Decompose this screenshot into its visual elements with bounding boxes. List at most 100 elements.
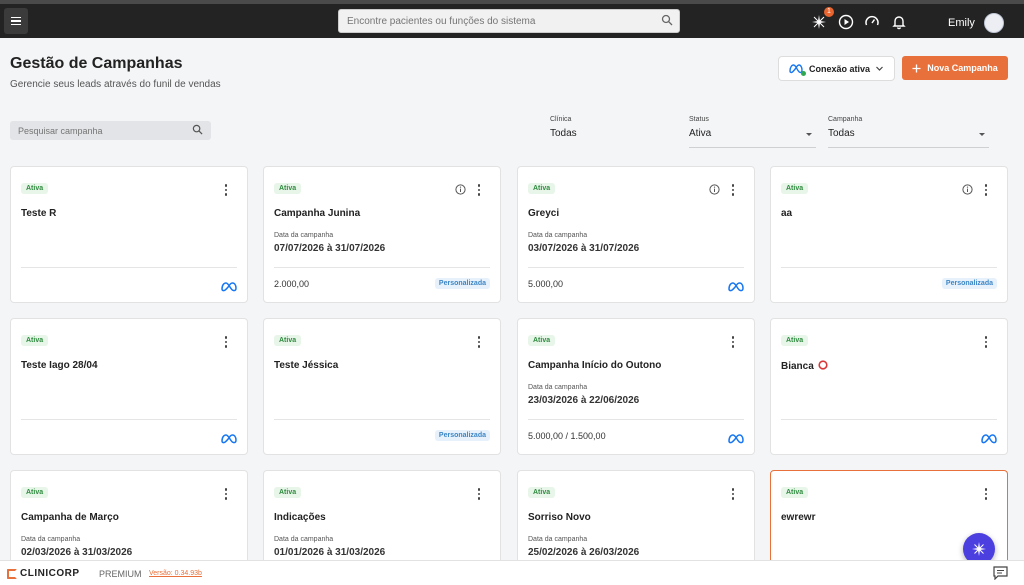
campaign-name: Indicações — [274, 512, 326, 523]
card-divider — [781, 419, 997, 420]
campaign-name-text: Bianca — [781, 361, 814, 372]
campaign-card[interactable]: Ativa Greyci Data da campanha 03/07/2026 à … — [517, 166, 755, 303]
status-badge: Ativa — [274, 183, 302, 194]
clinic-filter[interactable]: Clínica Todas — [550, 116, 674, 148]
campaign-card[interactable]: Ativa Teste R — [10, 166, 248, 303]
more-options-icon[interactable] — [224, 488, 227, 500]
more-options-icon[interactable] — [731, 336, 734, 348]
notifications-button[interactable] — [889, 12, 909, 32]
status-badge: Ativa — [528, 487, 556, 498]
campaign-name: ewrewr — [781, 512, 815, 523]
more-options-icon[interactable] — [984, 184, 987, 196]
connection-dropdown[interactable]: Conexão ativa — [778, 56, 895, 81]
meta-icon — [728, 279, 744, 297]
card-divider — [528, 267, 744, 268]
more-options-icon[interactable] — [477, 184, 480, 196]
top-bar: 1 Emily — [0, 0, 1024, 38]
search-icon[interactable] — [661, 14, 673, 26]
campaign-value: 5.000,00 / 1.500,00 — [528, 431, 606, 441]
campaign-name-text: Indicações — [274, 512, 326, 523]
campaign-name: Teste R — [21, 208, 56, 219]
info-icon[interactable] — [455, 182, 466, 200]
new-campaign-label: Nova Campanha — [927, 63, 998, 73]
campaign-filter-label: Campanha — [828, 116, 863, 123]
meta-icon — [728, 431, 744, 449]
campaign-card[interactable]: Ativa Campanha Início do Outono Data da ca… — [517, 318, 755, 455]
clinic-filter-value: Todas — [550, 128, 577, 139]
campaign-date-label: Data da campanha — [21, 536, 81, 543]
campaign-name-text: Campanha Junina — [274, 208, 361, 219]
play-circle-icon — [838, 14, 854, 30]
campaign-card[interactable]: Ativa Bianca — [770, 318, 1008, 455]
campaign-search[interactable] — [10, 121, 211, 141]
campaign-date-label: Data da campanha — [274, 536, 334, 543]
campaign-date: 23/03/2026 à 22/06/2026 — [528, 395, 640, 406]
dropdown-arrow-icon — [806, 133, 812, 136]
more-options-icon[interactable] — [477, 488, 480, 500]
more-options-icon[interactable] — [477, 336, 480, 348]
chat-icon[interactable] — [993, 566, 1008, 580]
campaign-card[interactable]: Ativa aa Personalizada — [770, 166, 1008, 303]
campaign-name-text: ewrewr — [781, 512, 816, 523]
status-badge: Ativa — [21, 335, 49, 346]
campaign-card[interactable]: Ativa Teste Jéssica Personalizada — [263, 318, 501, 455]
status-badge: Ativa — [528, 183, 556, 194]
campaign-card[interactable]: Ativa Campanha Junina Data da campanha 07/0… — [263, 166, 501, 303]
more-options-icon[interactable] — [984, 488, 987, 500]
hamburger-icon — [11, 16, 21, 19]
status-badge: Ativa — [781, 183, 809, 194]
info-icon[interactable] — [962, 182, 973, 200]
avatar[interactable] — [984, 13, 1004, 33]
campaign-name-text: aa — [781, 208, 793, 219]
global-search-input[interactable] — [339, 10, 639, 32]
campaign-name: Campanha de Março — [21, 512, 119, 523]
sparkle-button[interactable]: 1 — [809, 7, 834, 32]
status-filter[interactable]: Status Ativa — [689, 116, 816, 148]
new-campaign-button[interactable]: Nova Campanha — [902, 56, 1008, 80]
alert-ring-icon — [818, 360, 828, 373]
more-options-icon[interactable] — [224, 336, 227, 348]
campaign-date-label: Data da campanha — [528, 536, 588, 543]
menu-button[interactable] — [4, 8, 28, 34]
campaign-name: Sorriso Novo — [528, 512, 591, 523]
more-options-icon[interactable] — [984, 336, 987, 348]
info-icon[interactable] — [709, 182, 720, 200]
dashboard-button[interactable] — [862, 12, 882, 32]
status-badge: Ativa — [274, 487, 302, 498]
more-options-icon[interactable] — [731, 488, 734, 500]
card-divider — [21, 267, 237, 268]
status-badge: Ativa — [274, 335, 302, 346]
campaign-name-text: Campanha Início do Outono — [528, 360, 662, 371]
dropdown-arrow-icon — [979, 133, 985, 136]
card-divider — [21, 419, 237, 420]
campaign-date: 03/07/2026 à 31/07/2026 — [528, 243, 640, 254]
campaign-name-text: Campanha de Março — [21, 512, 119, 523]
campaign-date-label: Data da campanha — [528, 384, 588, 391]
more-options-icon[interactable] — [224, 184, 227, 196]
meta-icon — [221, 431, 237, 449]
campaign-name: Campanha Início do Outono — [528, 360, 661, 371]
bell-icon — [892, 16, 906, 30]
campaign-name: Teste Iago 28/04 — [21, 360, 98, 371]
notification-badge: 1 — [824, 7, 834, 17]
footer: CLINICORP PREMIUM Versão: 0.34.93b — [0, 560, 1024, 585]
more-options-icon[interactable] — [731, 184, 734, 196]
page-subtitle: Gerencie seus leads através do funil de … — [10, 79, 221, 90]
campaign-date: 25/02/2026 à 26/03/2026 — [528, 547, 640, 558]
status-filter-label: Status — [689, 116, 709, 123]
search-icon[interactable] — [192, 124, 203, 135]
version-link[interactable]: Versão: 0.34.93b — [149, 570, 202, 577]
status-badge: Ativa — [781, 487, 809, 498]
clinic-filter-label: Clínica — [550, 116, 572, 123]
campaign-filter[interactable]: Campanha Todas — [828, 116, 989, 148]
campaign-name-text: Greyci — [528, 208, 560, 219]
play-button[interactable] — [836, 12, 856, 32]
campaign-name-text: Teste Iago 28/04 — [21, 360, 98, 371]
user-name[interactable]: Emily — [948, 17, 975, 29]
global-search[interactable] — [338, 9, 680, 33]
campaign-search-input[interactable] — [10, 121, 180, 141]
card-divider — [274, 267, 490, 268]
sparkle-icon — [972, 542, 986, 556]
connection-label: Conexão ativa — [809, 63, 871, 74]
campaign-card[interactable]: Ativa Teste Iago 28/04 — [10, 318, 248, 455]
